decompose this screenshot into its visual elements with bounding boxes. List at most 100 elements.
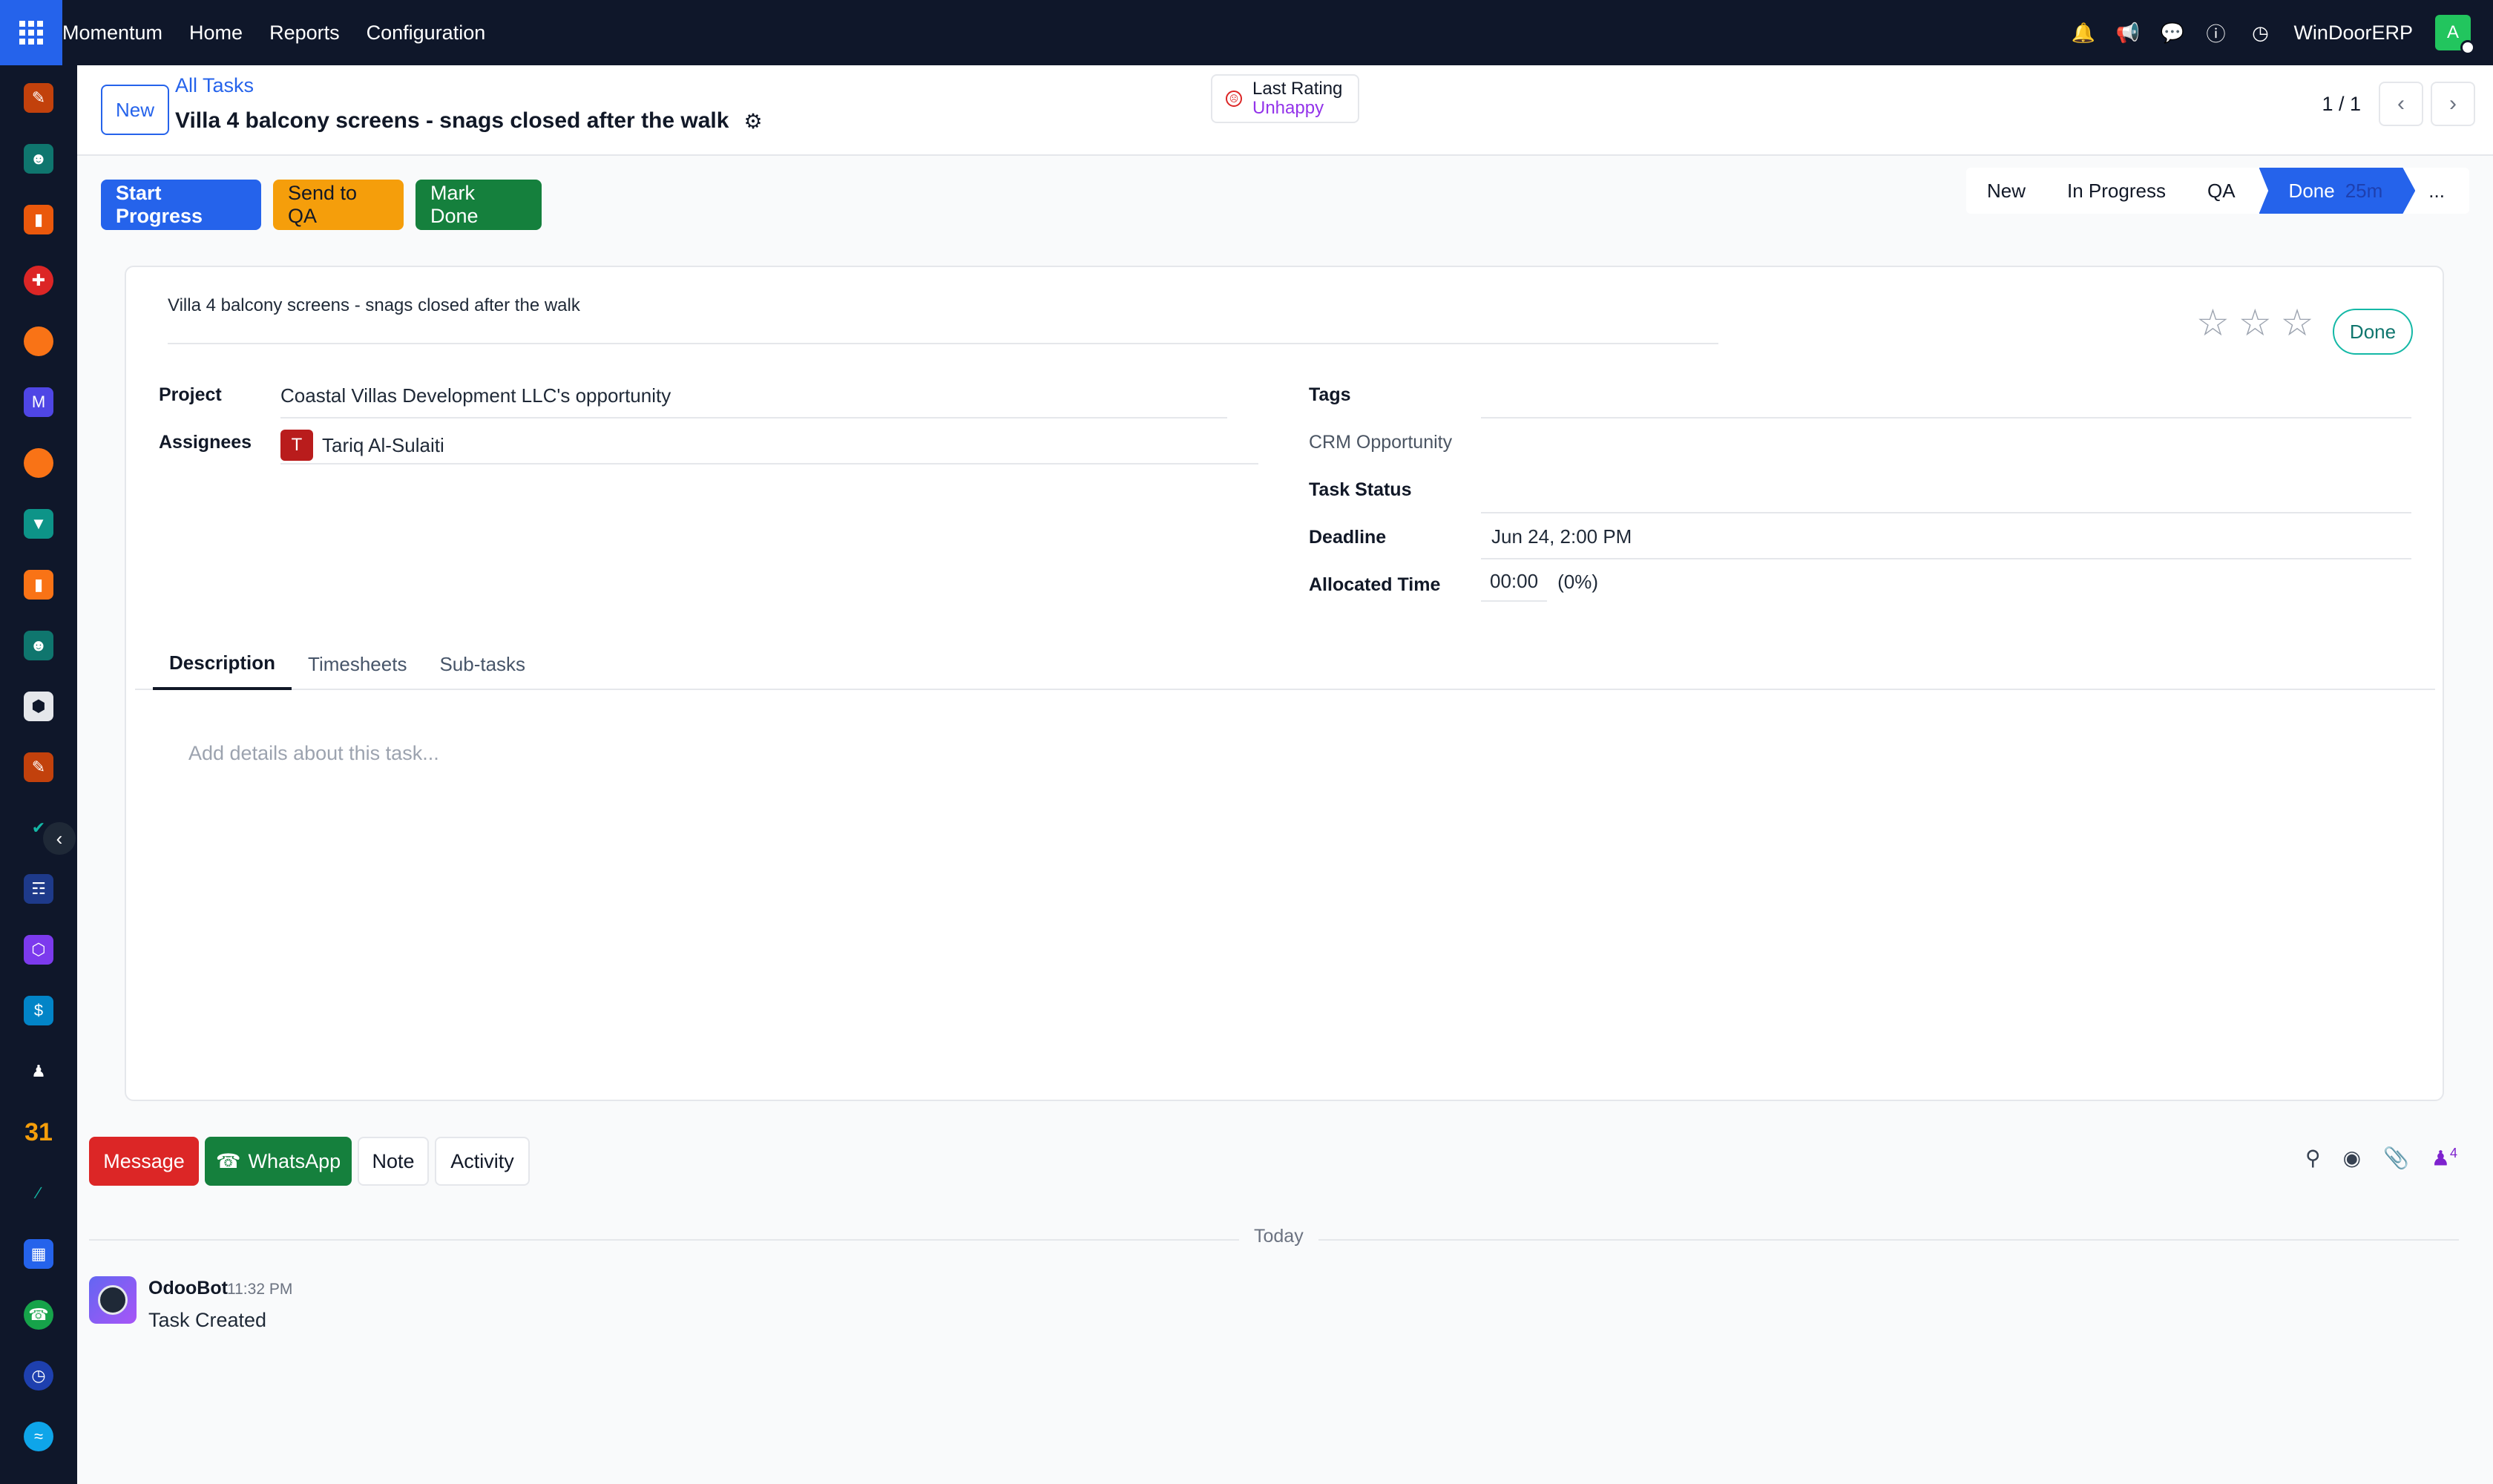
rating-value: Unhappy [1252, 98, 1324, 118]
inventory-icon[interactable]: ⬢ [24, 692, 53, 721]
star-icon[interactable]: ☆ [2239, 304, 2272, 341]
pager-value[interactable]: 1 / 1 [2322, 93, 2361, 116]
breadcrumb[interactable]: All Tasks [175, 74, 254, 97]
form-sheet: Villa 4 balcony screens - snags closed a… [125, 266, 2444, 1101]
stage-new[interactable]: New [1966, 168, 2046, 214]
website-icon[interactable]: ≈ [24, 1422, 53, 1451]
whatsapp-button[interactable]: ☎ WhatsApp [205, 1137, 352, 1186]
project-field[interactable]: Coastal Villas Development LLC's opportu… [280, 375, 1227, 418]
mark-done-button[interactable]: Mark Done [416, 180, 542, 230]
timer-icon[interactable]: ◷ [24, 1361, 53, 1391]
chat-icon[interactable]: 💬 [2160, 22, 2184, 45]
star-icon[interactable]: ☆ [2281, 304, 2314, 341]
app-sidebar: ✎ ☻ ▮ ✚ M ▼ ▮ ☻ ⬢ ✎ ✔ ☶ ⬡ $ ♟ 31 ∕ ▦ ☎ ◷… [0, 65, 77, 1484]
employees-icon[interactable]: ☻ [24, 631, 53, 660]
stage-in-progress[interactable]: In Progress [2046, 168, 2187, 214]
eye-icon[interactable]: ◉ [2343, 1146, 2361, 1170]
top-menu: Momentum Home Reports Configuration [62, 22, 512, 45]
tab-timesheets[interactable]: Timesheets [292, 638, 423, 690]
deadline-label: Deadline [1309, 527, 1387, 548]
menu-home[interactable]: Home [189, 22, 243, 45]
company-switcher[interactable]: WinDoorERP [2293, 22, 2413, 45]
invoicing-icon[interactable]: $ [24, 996, 53, 1025]
message-author[interactable]: OdooBot [148, 1278, 228, 1299]
notebook-tabs: Description Timesheets Sub-tasks [135, 638, 2435, 690]
allocated-time-label: Allocated Time [1309, 574, 1441, 595]
sales-icon[interactable]: ▮ [24, 205, 53, 234]
discuss-icon[interactable] [24, 326, 53, 356]
task-status-label: Task Status [1309, 479, 1412, 500]
sidebar-collapse-button[interactable]: ‹ [43, 822, 76, 855]
email-icon[interactable]: M [24, 387, 53, 417]
task-name-field[interactable]: Villa 4 balcony screens - snags closed a… [168, 295, 1718, 344]
odoobot-avatar [89, 1276, 137, 1324]
allocated-time-field: 00:00 (0%) [1481, 562, 1598, 602]
menu-configuration[interactable]: Configuration [367, 22, 486, 45]
calendar-icon[interactable]: 31 [24, 1117, 53, 1147]
user-initial: A [2446, 22, 2459, 42]
schedule-activity-button[interactable]: Activity [435, 1137, 530, 1186]
sign-icon[interactable]: ∕ [24, 1178, 53, 1208]
presence-dot [2460, 40, 2475, 55]
whatsapp-label: WhatsApp [248, 1149, 341, 1172]
start-progress-button[interactable]: Start Progress [101, 180, 261, 230]
chatter-topbar-icons: ⚲ ◉ 📎 ♟4 [2305, 1146, 2457, 1170]
reports-icon[interactable]: ▮ [24, 570, 53, 600]
whatsapp-icon: ☎ [215, 1149, 241, 1172]
send-to-qa-button[interactable]: Send to QA [273, 180, 404, 230]
apps-icon[interactable]: ▦ [24, 1239, 53, 1269]
user-avatar[interactable]: A [2435, 15, 2475, 55]
team-icon[interactable]: ♟ [24, 1057, 53, 1086]
stage-more-button[interactable]: ... [2415, 168, 2458, 214]
whatsapp-icon[interactable]: ☎ [24, 1300, 53, 1330]
stage-done[interactable]: Done 25m [2259, 168, 2416, 214]
description-editor[interactable]: Add details about this task... [188, 742, 439, 765]
app-brand[interactable]: Momentum [62, 22, 162, 45]
products-icon[interactable]: ⬡ [24, 935, 53, 965]
tags-label: Tags [1309, 384, 1351, 405]
task-status-field[interactable] [1481, 470, 2411, 513]
send-message-button[interactable]: Message [89, 1137, 199, 1186]
assignee-name[interactable]: Tariq Al-Sulaiti [322, 434, 444, 457]
search-icon[interactable]: ⚲ [2305, 1146, 2321, 1170]
tab-description[interactable]: Description [153, 638, 292, 690]
followers-icon[interactable]: ♟4 [2431, 1146, 2457, 1170]
tab-sub-tasks[interactable]: Sub-tasks [423, 638, 542, 690]
kanban-state-badge[interactable]: Done [2333, 309, 2413, 355]
log-note-button[interactable]: Note [358, 1137, 429, 1186]
rating-label: Last Rating [1252, 79, 1343, 99]
crm-icon[interactable]: ▼ [24, 509, 53, 539]
star-icon[interactable]: ☆ [2196, 304, 2230, 341]
tags-field[interactable] [1481, 375, 2411, 418]
documents-2-icon[interactable]: ✎ [24, 752, 53, 782]
stage-statusbar: New In Progress QA Done 25m ... [1966, 168, 2469, 214]
livechat-icon[interactable] [24, 448, 53, 478]
assignees-field[interactable]: T Tariq Al-Sulaiti [280, 421, 1258, 464]
deadline-field[interactable]: Jun 24, 2:00 PM [1481, 516, 2411, 559]
gear-icon[interactable]: ⚙ [743, 109, 762, 134]
app-menu-button[interactable] [0, 0, 62, 65]
stage-qa[interactable]: QA [2187, 168, 2256, 214]
assignees-label: Assignees [159, 432, 252, 453]
bell-icon[interactable]: 🔔 [2071, 22, 2095, 45]
pager-previous-button[interactable]: ‹ [2379, 82, 2423, 126]
contacts-icon[interactable]: ☻ [24, 144, 53, 174]
menu-reports[interactable]: Reports [269, 22, 340, 45]
dashboard-icon[interactable]: ✚ [24, 266, 53, 295]
followers-count: 4 [2449, 1146, 2457, 1160]
clock-icon[interactable]: ◷ [2249, 22, 2271, 45]
allocated-time-input[interactable]: 00:00 [1481, 562, 1548, 602]
assignee-avatar: T [280, 430, 313, 461]
allocated-time-percent: (0%) [1557, 571, 1598, 593]
pager-next-button[interactable]: › [2431, 82, 2475, 126]
priority-stars: ☆ ☆ ☆ [2196, 304, 2313, 341]
new-record-button[interactable]: New [101, 85, 169, 135]
knowledge-icon[interactable]: ☶ [24, 874, 53, 904]
apps-grid-icon [19, 21, 43, 45]
paperclip-icon[interactable]: 📎 [2383, 1146, 2409, 1170]
help-icon[interactable]: ⓘ [2204, 19, 2227, 47]
last-rating-button[interactable]: ☹ Last Rating Unhappy [1211, 74, 1359, 123]
documents-icon[interactable]: ✎ [24, 83, 53, 113]
megaphone-icon[interactable]: 📢 [2115, 22, 2139, 45]
record-title: Villa 4 balcony screens - snags closed a… [175, 108, 763, 134]
